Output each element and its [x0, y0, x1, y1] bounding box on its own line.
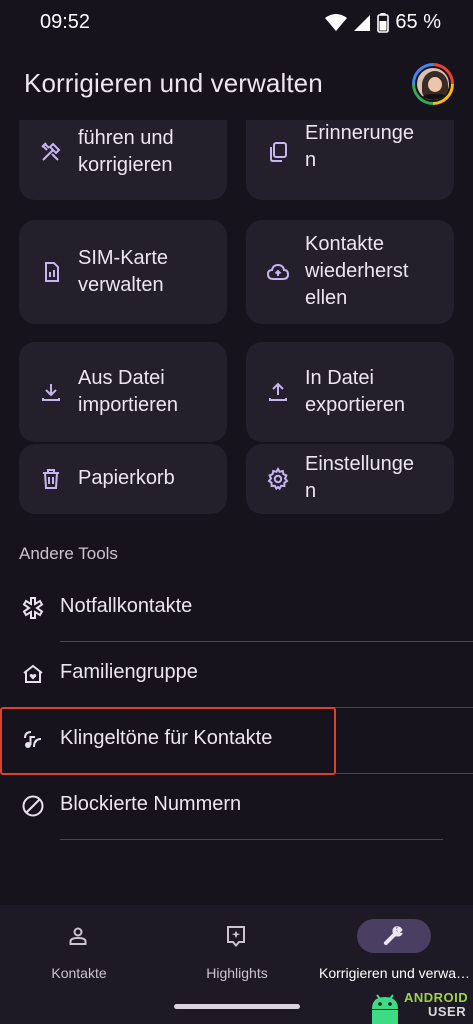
nav-tab-contacts[interactable]: Kontakte	[0, 905, 158, 995]
copy-reminders-icon	[266, 140, 290, 164]
list-item-blocked-numbers[interactable]: Blockierte Nummern	[0, 774, 473, 838]
nav-tab-fix-manage[interactable]: Korrigieren und verwa…	[316, 905, 473, 995]
tile-label: Einstellunge n	[305, 453, 414, 502]
account-avatar[interactable]	[412, 63, 454, 105]
highlight-annotation-box	[0, 707, 336, 775]
tile-reminders[interactable]: Erinnerunge n	[246, 120, 454, 200]
list-item-emergency-contacts[interactable]: Notfallkontakte	[0, 576, 473, 640]
tile-label: Papierkorb	[78, 467, 175, 489]
gesture-handle[interactable]	[174, 1004, 300, 1009]
cloud-restore-icon	[266, 260, 290, 284]
watermark-text: ANDROID USER	[404, 990, 469, 1019]
family-home-icon	[21, 662, 45, 686]
nav-tab-label: Highlights	[206, 965, 268, 981]
battery-percent: 65 %	[395, 11, 441, 33]
android-user-watermark: ANDROID USER	[368, 987, 473, 1024]
tile-settings[interactable]: Einstellunge n	[246, 444, 454, 514]
list-item-label: Notfallkontakte	[60, 595, 193, 617]
tile-label: In Datei exportieren	[305, 367, 406, 416]
list-item-label: Familiengruppe	[60, 661, 198, 683]
wifi-icon	[325, 13, 348, 32]
status-icons: 65 %	[325, 11, 441, 34]
list-item-label: Blockierte Nummern	[60, 793, 242, 815]
tile-restore-contacts[interactable]: Kontakte wiederherst ellen	[246, 220, 454, 324]
divider	[60, 839, 443, 840]
android-robot-icon	[368, 987, 402, 1024]
page-title: Korrigieren und verwalten	[24, 68, 323, 98]
tile-sim-card[interactable]: SIM-Karte verwalten	[19, 220, 227, 324]
merge-tools-icon	[39, 140, 63, 164]
tile-import-file[interactable]: Aus Datei importieren	[19, 342, 227, 442]
sim-card-icon	[39, 260, 63, 284]
highlights-icon	[224, 924, 248, 948]
list-item-family-group[interactable]: Familiengruppe	[0, 642, 473, 706]
status-time: 09:52	[40, 11, 91, 33]
nav-tab-highlights[interactable]: Highlights	[158, 905, 316, 995]
tile-label: Kontakte wiederherst ellen	[305, 233, 409, 309]
section-header-other-tools: Andere Tools	[19, 544, 118, 563]
person-icon	[66, 924, 90, 948]
tile-export-file[interactable]: In Datei exportieren	[246, 342, 454, 442]
tile-label: Erinnerunge n	[305, 122, 414, 171]
settings-gear-icon	[266, 466, 290, 491]
trash-icon	[39, 467, 63, 491]
wrench-icon	[381, 924, 405, 948]
tile-label: Zusammen führen und korrigieren	[78, 120, 178, 176]
status-bar: 09:52 65 %	[0, 0, 473, 48]
tile-label: SIM-Karte verwalten	[78, 247, 169, 296]
nav-tab-label: Kontakte	[51, 965, 107, 981]
emergency-asterisk-icon	[21, 596, 45, 620]
tile-merge-fix[interactable]: Zusammen führen und korrigieren	[19, 120, 227, 200]
nav-tab-label: Korrigieren und verwa…	[319, 965, 470, 981]
download-icon	[39, 380, 63, 404]
tile-label: Aus Datei importieren	[78, 367, 179, 416]
block-icon	[21, 794, 45, 818]
tools-scroll-area[interactable]: Zusammen führen und korrigieren Erinneru…	[0, 120, 473, 905]
battery-icon	[377, 12, 390, 33]
upload-icon	[266, 380, 290, 404]
app-header: Korrigieren und verwalten	[0, 48, 473, 120]
tile-trash[interactable]: Papierkorb	[19, 444, 227, 514]
cellular-signal-icon	[353, 14, 371, 32]
